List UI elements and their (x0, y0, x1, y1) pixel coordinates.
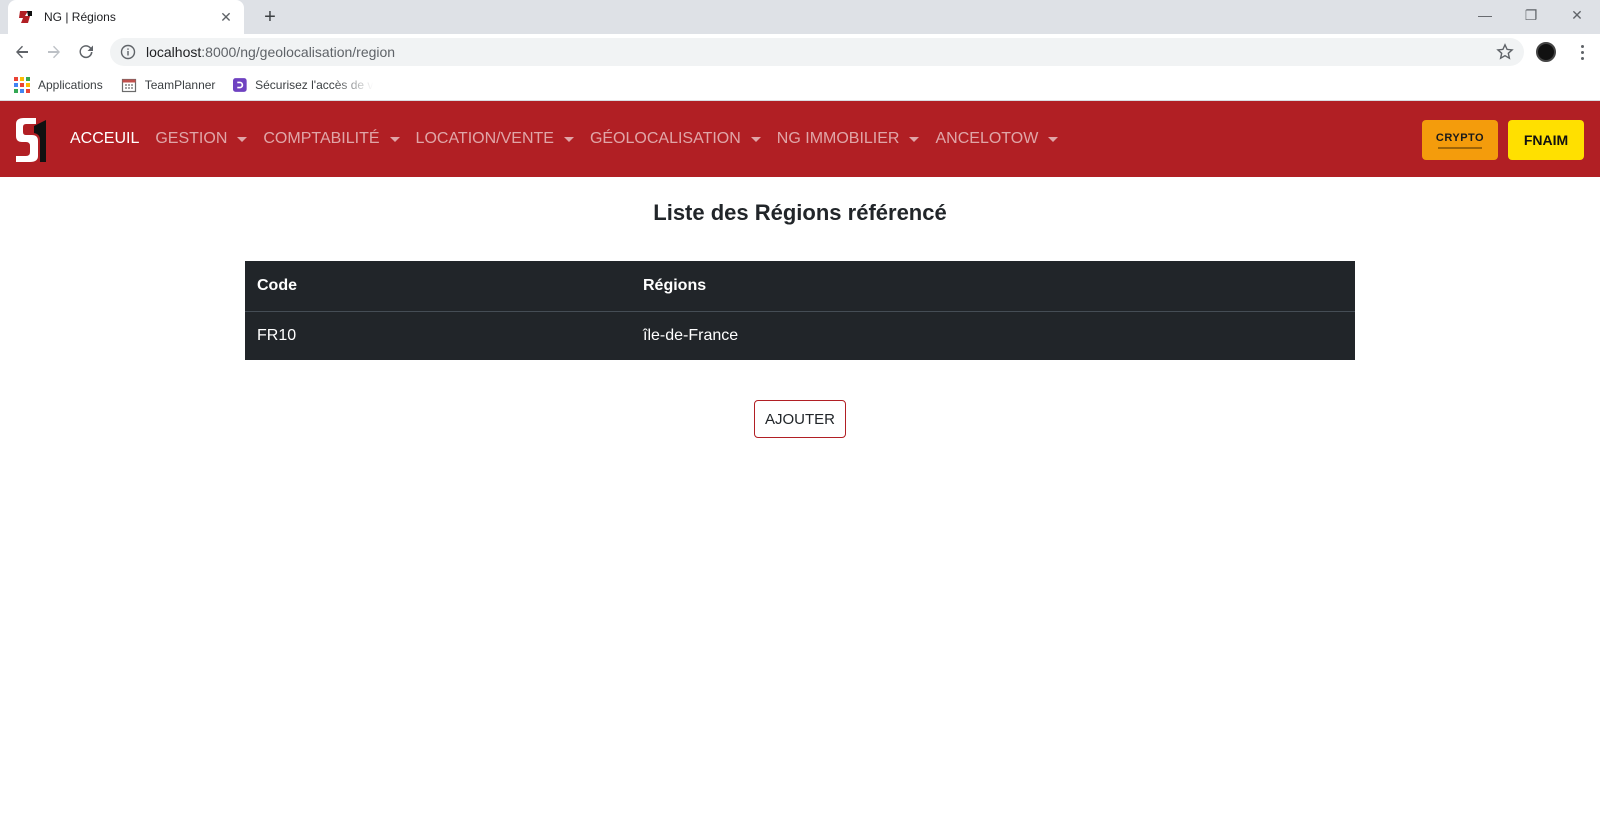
caret-down-icon (389, 136, 400, 142)
nav-item-geolocalisation[interactable]: GÉOLOCALISATION (582, 130, 769, 148)
browser-tabstrip: NG | Régions ✕ + — ❐ ✕ (0, 0, 1600, 34)
tab-title: NG | Régions (44, 10, 116, 24)
new-tab-button[interactable]: + (258, 5, 282, 29)
add-button[interactable]: AJOUTER (754, 400, 846, 438)
back-button[interactable] (8, 38, 36, 66)
bookmark-label: Sécurisez l'accès de v (255, 78, 374, 92)
nav-item-ng-immobilier[interactable]: NG IMMOBILIER (769, 130, 928, 148)
caret-down-icon (750, 136, 761, 142)
window-close-button[interactable]: ✕ (1554, 0, 1600, 30)
nav-item-comptabilite[interactable]: COMPTABILITÉ (255, 130, 407, 148)
regions-table: Code Régions FR10 île-de-France (245, 261, 1355, 360)
profile-avatar[interactable] (1536, 42, 1556, 62)
regions-table-wrapper: Code Régions FR10 île-de-France (245, 261, 1355, 360)
bookmark-label: TeamPlanner (144, 78, 216, 92)
bookmark-securisez[interactable]: Sécurisez l'accès de v (233, 77, 374, 93)
site-favicon-icon (18, 9, 34, 25)
reload-button[interactable] (72, 38, 100, 66)
caret-down-icon (563, 136, 574, 142)
crypto-button[interactable]: CRYPTO (1422, 120, 1498, 160)
cell-code: FR10 (257, 326, 297, 344)
table-row: FR10 île-de-France (245, 311, 1355, 360)
nav-item-label: LOCATION/VENTE (415, 130, 554, 147)
back-arrow-icon (16, 45, 28, 59)
cell-region: île-de-France (643, 326, 739, 344)
forward-arrow-icon (48, 45, 60, 59)
nav-item-label: GÉOLOCALISATION (589, 130, 741, 147)
page-title: Liste des Régions référencé (653, 200, 947, 225)
caret-down-icon (1048, 136, 1059, 142)
address-bar[interactable]: localhost:8000/ng/geolocalisation/region (110, 38, 1524, 66)
caret-down-icon (909, 136, 920, 142)
site-logo[interactable] (14, 116, 48, 164)
nav-item-gestion[interactable]: GESTION (147, 130, 255, 148)
nav-item-location-vente[interactable]: LOCATION/VENTE (408, 130, 582, 148)
column-header-regions: Régions (631, 261, 1355, 312)
url-host: localhost (146, 44, 202, 60)
nav-links: ACCEUIL GESTION COMPTABILITÉ LOCATION/VE… (62, 101, 1066, 177)
tab-close-icon[interactable]: ✕ (218, 9, 234, 26)
window-minimize-button[interactable]: — (1462, 0, 1508, 30)
star-icon[interactable] (1496, 43, 1514, 61)
url-text[interactable]: localhost:8000/ng/geolocalisation/region (146, 44, 395, 60)
bookmark-teamplanner[interactable]: TeamPlanner (121, 77, 216, 93)
forward-button[interactable] (40, 38, 68, 66)
caret-down-icon (237, 136, 248, 142)
window-restore-button[interactable]: ❐ (1508, 0, 1554, 30)
fnaim-button[interactable]: FNAIM (1508, 120, 1584, 160)
nav-item-label: ANCELOTOW (935, 130, 1039, 147)
apps-grid-icon (14, 77, 30, 93)
crypto-tagline-line (1438, 146, 1482, 149)
calendar-icon (121, 78, 136, 93)
table-header-row: Code Régions (245, 261, 1355, 312)
kebab-menu-icon[interactable] (1572, 40, 1592, 64)
bookmarks-bar: Applications TeamPlanner Sécurisez l'acc… (0, 70, 1600, 101)
reload-icon (79, 45, 93, 59)
nav-item-label: ACCEUIL (70, 130, 140, 147)
info-icon[interactable] (120, 44, 136, 60)
nav-item-label: NG IMMOBILIER (776, 130, 900, 147)
bookmark-applications[interactable]: Applications (14, 77, 103, 93)
column-header-code: Code (245, 261, 631, 312)
browser-tab[interactable]: NG | Régions ✕ (8, 0, 244, 34)
url-path: :8000/ng/geolocalisation/region (201, 44, 396, 60)
site-navbar: ACCEUIL GESTION COMPTABILITÉ LOCATION/VE… (0, 101, 1600, 177)
nav-item-acceuil[interactable]: ACCEUIL (62, 130, 147, 148)
crypto-label: CRYPTO (1435, 131, 1485, 144)
bookmark-logo-icon (233, 78, 248, 92)
nav-item-ancelotow[interactable]: ANCELOTOW (927, 130, 1066, 148)
bookmark-label: Applications (38, 78, 103, 92)
nav-item-label: COMPTABILITÉ (263, 130, 380, 147)
nav-item-label: GESTION (155, 130, 228, 147)
browser-toolbar: localhost:8000/ng/geolocalisation/region (0, 34, 1600, 70)
